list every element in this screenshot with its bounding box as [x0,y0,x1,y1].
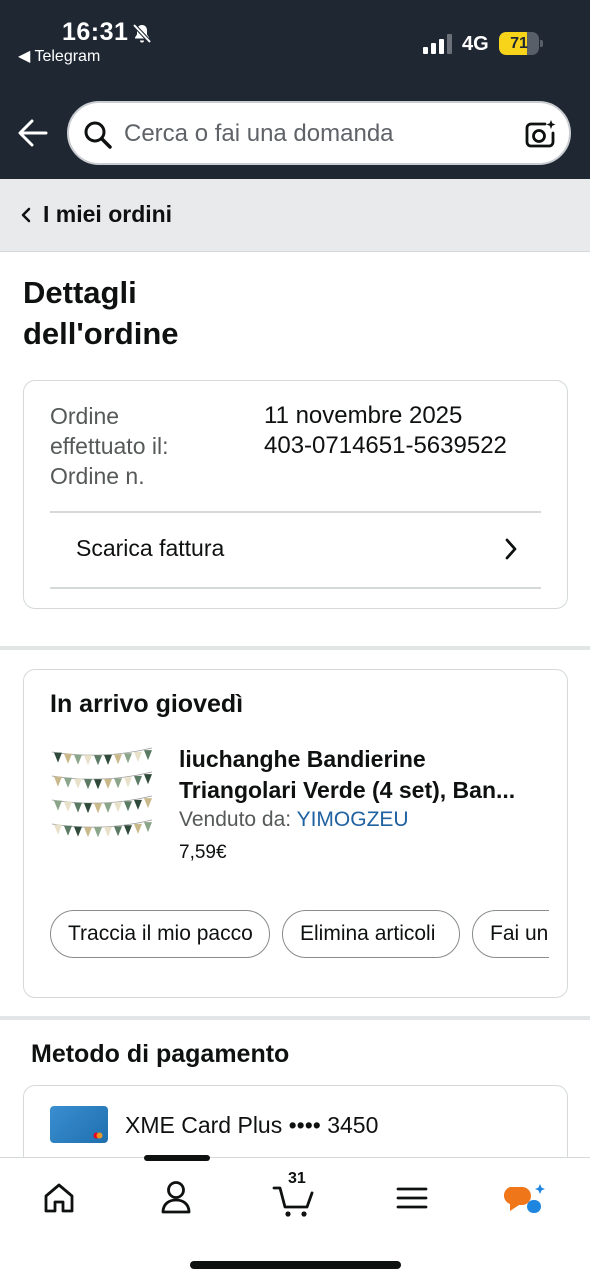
bunting-flag [84,803,92,814]
bunting-flag [64,825,72,836]
download-invoice-row[interactable]: Scarica fattura [50,511,541,587]
bunting-flag [144,822,152,833]
bunting-flag [134,751,142,762]
bunting-flag [114,802,122,813]
bunting-flag [134,775,142,786]
bunting-flag [94,803,102,814]
bunting-flag [144,774,152,785]
chevron-left-icon [21,207,31,223]
bunting-flag [54,824,62,835]
bunting-flag [54,776,62,787]
chevron-right-icon [505,538,517,560]
credit-card-icon [50,1106,108,1143]
order-labels: Ordine effettuato il: Ordine n. [50,401,240,491]
payment-title: Metodo di pagamento [31,1040,290,1068]
app-header: 16:31 ◀ Telegram 4G 71 [0,0,590,179]
seller-info: Venduto da: YIMOGZEU [179,808,409,832]
sold-by-label: Venduto da: [179,808,297,831]
search-bar[interactable] [67,101,571,165]
cart-count: 31 [288,1170,306,1187]
bunting-flag [144,750,152,761]
camera-search-icon[interactable] [523,118,557,152]
product-image[interactable] [50,744,154,844]
product-price: 7,59€ [179,842,227,863]
breadcrumb[interactable]: I miei ordini [0,179,590,252]
search-icon [84,121,112,149]
bunting-flag [124,801,132,812]
bell-muted-icon [132,23,152,44]
bunting-flag [94,827,102,838]
bunting-flag [114,754,122,765]
rufus-assistant-icon[interactable] [498,1176,558,1220]
bunting-flag [94,755,102,766]
home-indicator [190,1261,401,1269]
divider [50,587,541,589]
bunting-flag [84,755,92,766]
cart-button[interactable]: 31 [266,1170,326,1220]
card-brand-logo [93,1132,103,1139]
bunting-flag [134,799,142,810]
invoice-label: Scarica fattura [76,535,225,561]
bunting-flag [84,827,92,838]
battery-icon: 71 [499,32,543,55]
bunting-flag [74,802,82,813]
bunting-flag [54,800,62,811]
order-number-label: Ordine n. [50,463,145,489]
back-arrow-icon[interactable] [16,116,50,150]
bunting-flag [74,826,82,837]
active-tab-indicator [144,1155,210,1161]
bunting-flag [74,778,82,789]
bunting-flag [134,823,142,834]
section-separator [0,646,590,650]
order-info-card: Ordine effettuato il: Ordine n. 11 novemb… [23,380,568,609]
arrival-status: In arrivo giovedì [50,690,244,718]
order-date-label: Ordine effettuato il: [50,403,169,459]
bunting-flag [104,802,112,813]
more-action-button[interactable]: Fai un [472,910,549,958]
delete-items-button[interactable]: Elimina articoli [282,910,460,958]
bottom-nav: 31 [0,1155,590,1280]
action-buttons: Traccia il mio pacco Elimina articoli Fa… [50,910,549,960]
payment-card-name: XME Card Plus •••• 3450 [125,1112,379,1138]
order-date: 11 novembre 2025 [264,402,463,429]
breadcrumb-label: I miei ordini [43,201,173,227]
bunting-flag [104,826,112,837]
signal-icon [423,34,452,54]
bunting-flag [104,778,112,789]
bunting-flag [54,752,62,763]
bunting-flag [144,798,152,809]
product-name[interactable]: liuchanghe Bandierine Triangolari Verde (… [179,744,549,806]
status-time: 16:31 [62,18,129,46]
bunting-flag [94,779,102,790]
bunting-flag [114,826,122,837]
section-separator [0,1016,590,1020]
track-package-button[interactable]: Traccia il mio pacco [50,910,270,958]
bunting-flag [84,779,92,790]
search-input[interactable] [124,115,514,153]
shipment-card: In arrivo giovedì liuchanghe Bandierine T… [23,669,568,998]
battery-level: 71 [510,35,528,52]
order-number: 403-0714651-5639522 [264,432,507,459]
home-icon[interactable] [29,1176,89,1220]
back-to-app-link[interactable]: ◀ Telegram [18,46,100,66]
bunting-flag [64,753,72,764]
bunting-flag [124,825,132,836]
seller-link[interactable]: YIMOGZEU [297,808,409,831]
bunting-flag [124,753,132,764]
bunting-flag [64,801,72,812]
bunting-flag [74,754,82,765]
bunting-flag [114,778,122,789]
bunting-flag [104,754,112,765]
page-title: Dettagli dell'ordine [23,275,179,351]
account-icon[interactable] [146,1176,206,1220]
menu-icon[interactable] [382,1176,442,1220]
bunting-flag [124,777,132,788]
network-type: 4G [462,33,489,55]
bunting-flag [64,777,72,788]
